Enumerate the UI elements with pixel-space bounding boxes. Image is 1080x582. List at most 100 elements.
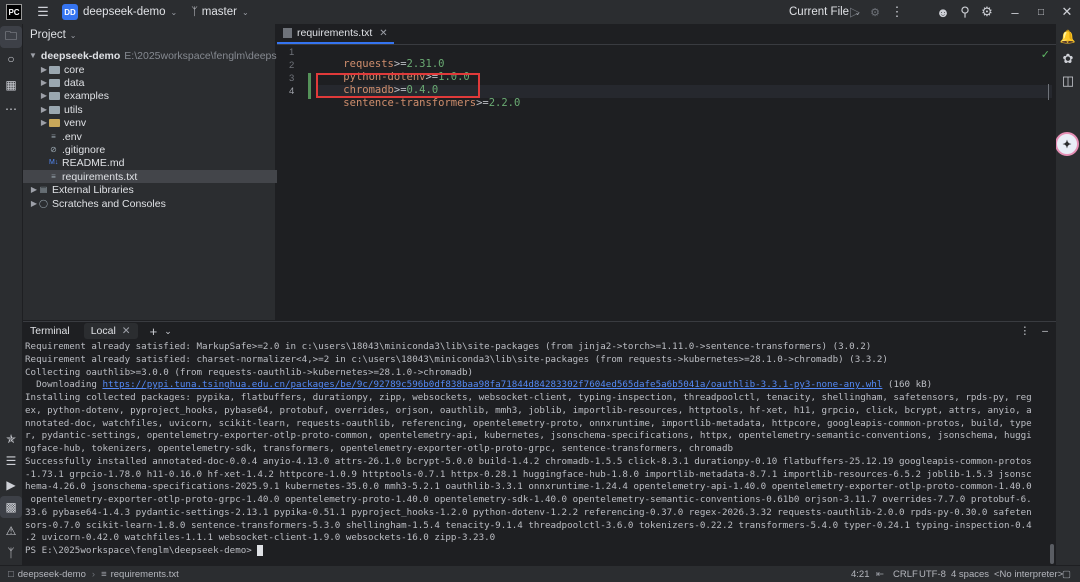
commit-icon[interactable]: ○ — [0, 48, 22, 70]
terminal-line: Collecting oauthlib>=3.0.0 (from request… — [25, 366, 474, 378]
editor: requirements.txt ✕ 1 2 3 4 requests>=2.3… — [277, 24, 1056, 320]
tree-item-readme[interactable]: M↓ README.md — [23, 156, 298, 169]
tree-item-label: .gitignore — [62, 143, 106, 156]
tab-requirements-txt[interactable]: requirements.txt ✕ — [277, 24, 394, 44]
tree-item-env[interactable]: ≡ .env — [23, 130, 298, 143]
download-link[interactable]: https://pypi.tuna.tsinghua.edu.cn/packag… — [102, 379, 882, 390]
tree-item-label: External Libraries — [52, 183, 134, 196]
breadcrumb-project[interactable]: deepseek-demo — [18, 569, 86, 580]
terminal-tab-local[interactable]: Local ✕ — [83, 323, 138, 339]
version-operator: >= — [476, 97, 489, 109]
new-terminal-icon[interactable]: + — [150, 324, 158, 339]
package-version: 2.2.0 — [488, 97, 521, 109]
tree-item-requirements[interactable]: ≡ requirements.txt — [23, 170, 298, 183]
assistant-avatar[interactable]: ✦ — [1055, 132, 1079, 156]
minimize-icon[interactable]: – — [1004, 1, 1026, 23]
debug-icon[interactable]: ⚙ — [864, 1, 886, 23]
close-icon[interactable]: ✕ — [1056, 1, 1078, 23]
line-ending[interactable]: CRLF — [893, 566, 918, 582]
terminal-line: .2 uvicorn-0.42.0 watchfiles-1.1.1 webso… — [25, 532, 496, 544]
tree-item-scratches[interactable]: ▶ ◯ Scratches and Consoles — [23, 197, 278, 210]
no-problems-check-icon: ✓ — [1040, 49, 1050, 61]
more-icon[interactable]: ⋯ — [0, 98, 22, 120]
hamburger-menu-icon[interactable]: ☰ — [32, 1, 54, 23]
python-interpreter[interactable]: <No interpreter> — [994, 566, 1063, 582]
scratches-icon: ◯ — [39, 198, 48, 208]
database-icon[interactable]: ◫ — [1057, 70, 1079, 92]
right-margin-guide — [1048, 84, 1049, 100]
minimize-panel-icon[interactable]: – — [1042, 325, 1048, 337]
expand-arrow-icon: ▼ — [29, 51, 37, 60]
branch-icon: ᛉ — [191, 6, 198, 18]
notifications-icon[interactable]: 🔔 — [1057, 26, 1079, 48]
restore-icon[interactable]: □ — [1030, 1, 1052, 23]
settings-icon[interactable]: ⚙ — [976, 1, 998, 23]
layers-icon[interactable]: ☰ — [0, 450, 22, 472]
lock-icon[interactable]: ▢ — [1062, 566, 1071, 582]
package-name: sentence-transformers — [343, 97, 477, 109]
right-tool-strip: 🔔 ✿ ◫ ✦ — [1055, 24, 1080, 565]
git-icon[interactable]: ᛉ — [0, 542, 22, 564]
text-file-icon: ≡ — [51, 171, 56, 181]
tree-item-external-libraries[interactable]: ▶ ▤ External Libraries — [23, 183, 278, 196]
search-icon[interactable]: ⚲ — [954, 1, 976, 23]
python-packages-icon[interactable]: ✯ — [0, 428, 22, 450]
project-icon: □ — [8, 568, 14, 580]
app-logo: PC — [6, 4, 22, 20]
tree-item-label: data — [64, 76, 85, 89]
tree-item-label: examples — [64, 89, 109, 102]
terminal-line: r, pydantic-settings, opentelemetry-expo… — [25, 430, 1032, 442]
tree-item-utils[interactable]: ▶ utils — [23, 103, 288, 116]
terminal-scrollbar[interactable] — [1050, 544, 1054, 564]
terminal-line: -1.73.1 grpcio-1.78.0 h11-0.16.0 hf-xet-… — [25, 468, 1032, 480]
terminal-line: Requirement already satisfied: charset-n… — [25, 353, 888, 365]
run-icon[interactable]: ▶ — [0, 474, 22, 496]
terminal-panel: Terminal Local ✕ + ⌄ ⋮ – Requirement alr… — [23, 321, 1056, 566]
folder-icon[interactable]: 🗀 — [0, 26, 22, 48]
close-tab-icon[interactable]: ✕ — [379, 28, 387, 39]
tree-item-core[interactable]: ▶ core — [23, 63, 288, 76]
tree-item-venv[interactable]: ▶ venv — [23, 116, 288, 129]
tab-label: requirements.txt — [297, 27, 373, 39]
project-panel-header[interactable]: Project ⌄ — [23, 24, 275, 46]
folder-icon — [49, 78, 60, 87]
ai-assistant-icon[interactable]: ✿ — [1057, 48, 1079, 70]
run-icon[interactable]: ▷ — [844, 1, 866, 23]
terminal-download-line: Downloading https://pypi.tuna.tsinghua.e… — [25, 379, 1050, 392]
more-icon[interactable]: ⋮ — [886, 1, 908, 23]
terminal-output[interactable]: Requirement already satisfied: MarkupSaf… — [25, 341, 1050, 558]
line-number: 3 — [289, 73, 295, 84]
tree-item-gitignore[interactable]: ⊘ .gitignore — [23, 143, 298, 156]
collapse-arrow-icon: ▶ — [40, 91, 48, 100]
structure-icon[interactable]: ▦ — [0, 74, 22, 96]
tree-item-label: Scratches and Consoles — [52, 197, 166, 210]
collapse-arrow-icon: ▶ — [40, 105, 48, 114]
terminal-icon[interactable]: ▩ — [0, 496, 22, 518]
project-panel: Project ⌄ ▼ deepseek-demo E:\2025workspa… — [23, 24, 323, 320]
problems-icon[interactable]: ⚠ — [0, 520, 22, 542]
breadcrumb-file[interactable]: requirements.txt — [111, 569, 179, 580]
tree-item-label: README.md — [62, 156, 125, 169]
title-bar: PC ☰ DD deepseek-demo ⌄ ᛉ master ⌄ Curre… — [0, 0, 1080, 25]
file-icon: ≡ — [51, 131, 56, 141]
cursor-position[interactable]: 4:21 — [851, 566, 870, 582]
terminal-prompt: PS E:\2025workspace\fenglm\deepseek-demo… — [25, 545, 252, 556]
more-icon[interactable]: ⋮ — [1020, 325, 1031, 337]
tree-item-examples[interactable]: ▶ examples — [23, 89, 288, 102]
tree-root[interactable]: ▼ deepseek-demo E:\2025workspace\fenglm\… — [23, 49, 323, 62]
chevron-down-icon: ⌄ — [241, 7, 249, 17]
tree-item-label: .env — [62, 130, 82, 143]
tree-item-data[interactable]: ▶ data — [23, 76, 288, 89]
add-user-icon[interactable]: ☻ — [932, 1, 954, 23]
collapse-arrow-icon: ▶ — [30, 185, 38, 194]
markdown-icon: M↓ — [49, 158, 59, 166]
chevron-down-icon[interactable]: ⌄ — [164, 326, 172, 337]
terminal-line: Requirement already satisfied: MarkupSaf… — [25, 341, 872, 352]
indent-setting[interactable]: 4 spaces — [951, 566, 989, 582]
terminal-line: Installing collected packages: pypika, f… — [25, 392, 1032, 403]
project-selector[interactable]: DD deepseek-demo ⌄ — [62, 0, 177, 24]
folder-icon — [49, 91, 60, 100]
close-tab-icon[interactable]: ✕ — [122, 325, 131, 337]
branch-selector[interactable]: ᛉ master ⌄ — [191, 0, 248, 24]
file-encoding[interactable]: UTF-8 — [919, 566, 946, 582]
